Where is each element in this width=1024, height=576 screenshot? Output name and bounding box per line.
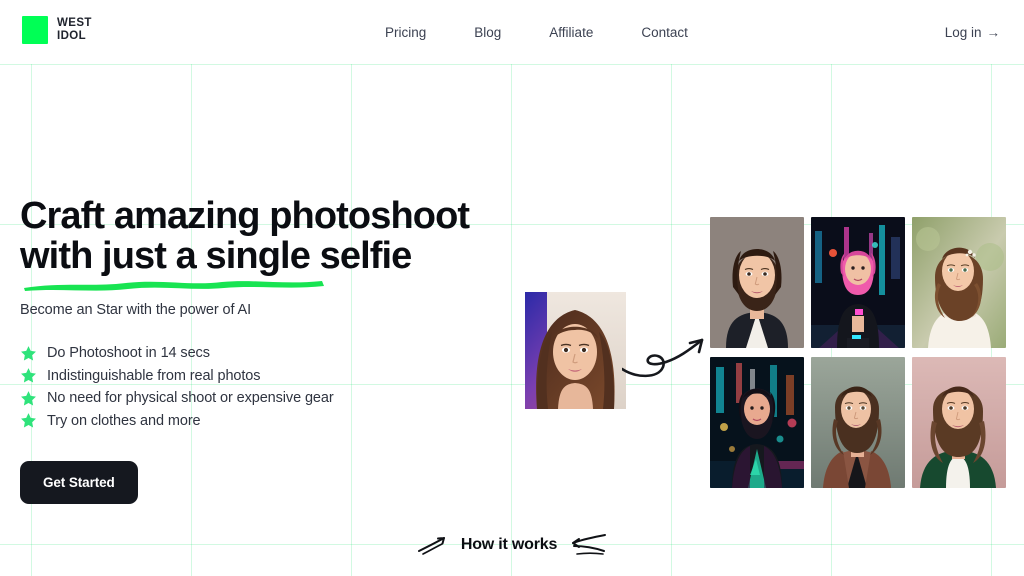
page-title: Craft amazing photoshoot with just a sin…	[20, 195, 520, 291]
login-link[interactable]: Log in →	[945, 0, 1000, 64]
get-started-button[interactable]: Get Started	[20, 461, 138, 504]
nav-item-contact[interactable]: Contact	[641, 19, 688, 46]
feature-label: No need for physical shoot or expensive …	[47, 390, 334, 407]
gallery-photo[interactable]	[710, 217, 804, 348]
selfie-image	[525, 292, 626, 409]
brand-name: WEST IDOL	[57, 17, 92, 43]
how-it-works-section: How it works	[0, 533, 1024, 557]
gallery-photo[interactable]	[710, 357, 804, 488]
nav-item-pricing[interactable]: Pricing	[385, 19, 426, 46]
ai-portrait-cyberpunk-neon-pink-hair	[811, 217, 905, 348]
feature-item: Try on clothes and more	[20, 410, 520, 433]
feature-label: Do Photoshoot in 14 secs	[47, 345, 210, 362]
brand-logo[interactable]: WEST IDOL	[22, 16, 92, 44]
gallery-photo[interactable]	[912, 357, 1006, 488]
arrow-right-icon: →	[986, 24, 1001, 40]
how-it-works-label: How it works	[460, 536, 558, 553]
brand-name-line2: IDOL	[57, 30, 87, 42]
star-icon	[21, 390, 36, 406]
ai-portrait-green-sweater-pink-backdrop	[912, 357, 1006, 488]
curved-transform-arrow-icon	[620, 325, 718, 381]
arrow-svg	[620, 338, 704, 378]
gallery-photo[interactable]	[811, 357, 905, 488]
feature-list: Do Photoshoot in 14 secs Indistinguishab…	[20, 342, 520, 432]
ai-portrait-business-suit	[710, 217, 804, 348]
star-icon	[21, 368, 36, 383]
feature-item: Indistinguishable from real photos	[20, 365, 520, 388]
site-header: WEST IDOL Pricing Blog Affiliate Contact…	[0, 0, 1024, 64]
nav-item-blog[interactable]: Blog	[474, 19, 501, 46]
gallery-photo[interactable]	[912, 217, 1006, 348]
login-label: Log in	[944, 24, 982, 40]
hero-subtitle: Become an Star with the power of AI	[20, 302, 252, 318]
feature-item: No need for physical shoot or expensive …	[20, 387, 520, 410]
hero-content: Craft amazing photoshoot with just a sin…	[20, 196, 520, 504]
ai-portrait-neon-street-leather-jacket	[710, 357, 804, 488]
input-selfie-photo	[525, 292, 626, 409]
gallery-photo[interactable]	[811, 217, 905, 348]
feature-item: Do Photoshoot in 14 secs	[20, 342, 520, 365]
ai-results-gallery	[710, 217, 1010, 488]
hand-drawn-arrow-left-icon	[417, 537, 445, 555]
hand-drawn-arrow-right-icon	[572, 534, 607, 555]
brush-underline-icon	[24, 281, 324, 291]
primary-nav: Pricing Blog Affiliate Contact	[385, 0, 688, 64]
nav-item-affiliate[interactable]: Affiliate	[549, 19, 593, 46]
ai-portrait-brown-blazer-studio	[811, 357, 905, 488]
feature-label: Indistinguishable from real photos	[47, 367, 261, 384]
headline-line-1: Craft amazing photoshoot	[20, 195, 470, 237]
feature-label: Try on clothes and more	[47, 412, 201, 429]
star-icon	[21, 345, 36, 361]
ai-portrait-bridal-white-dress	[912, 217, 1006, 348]
headline-line-2: with just a single selfie	[20, 235, 412, 277]
green-square-logo-mark	[22, 16, 48, 44]
star-icon	[21, 413, 36, 428]
brand-name-line1: WEST	[57, 17, 92, 29]
